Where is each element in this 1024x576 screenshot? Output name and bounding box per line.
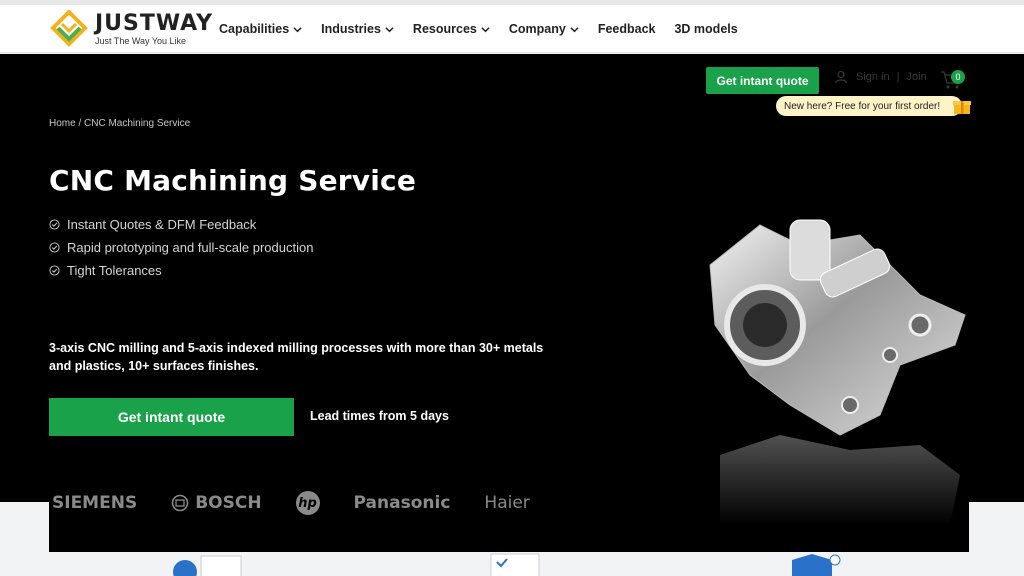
customer-logos: SIEMENS BOSCH hp Panasonic Haier (52, 487, 572, 519)
hero-get-quote-button[interactable]: Get intant quote (49, 398, 294, 436)
brand-label: hp (295, 491, 320, 515)
justway-logo[interactable]: JUSTWAY Just The Way You Like (49, 9, 214, 48)
bosch-emblem-icon (171, 494, 189, 512)
chevron-down-icon (570, 26, 579, 32)
header-get-quote-button[interactable]: Get intant quote (706, 67, 819, 94)
feature-item: Tight Tolerances (49, 259, 313, 282)
menu-item-resources[interactable]: Resources (413, 22, 490, 36)
hp-logo: hp (295, 491, 320, 515)
brand-label: Haier (484, 493, 530, 513)
feature-label: Rapid prototyping and full-scale product… (67, 240, 314, 255)
bosch-logo: BOSCH (171, 493, 262, 513)
menu-label: Company (508, 22, 566, 36)
brand-label: BOSCH (195, 493, 262, 513)
menu-label: Resources (412, 22, 477, 36)
menu-item-company[interactable]: Company (509, 22, 579, 36)
feature-item: Rapid prototyping and full-scale product… (49, 236, 313, 259)
check-circle-icon (49, 265, 60, 276)
page-title: CNC Machining Service (49, 164, 417, 197)
logo-wordmark: JUSTWAY (95, 10, 214, 36)
menu-label: Feedback (597, 22, 656, 36)
cnc-machined-part-image (709, 219, 966, 525)
sign-in-link[interactable]: Sign in (856, 71, 890, 83)
service-description: 3-axis CNC milling and 5-axis indexed mi… (49, 341, 544, 373)
new-user-promo-banner[interactable]: New here? Free for your first order! (776, 96, 963, 116)
menu-item-industries[interactable]: Industries (321, 22, 394, 36)
promo-text: New here? Free for your first order! (784, 100, 941, 112)
lead-time-text: Lead times from 5 days (310, 409, 449, 423)
service-illustration-icon (173, 555, 242, 576)
main-menu: Capabilities Industries Resources Compan… (219, 5, 757, 53)
menu-label: 3D models (674, 22, 738, 36)
panasonic-logo: Panasonic (354, 493, 451, 513)
user-icon (834, 70, 848, 84)
gift-icon (953, 101, 971, 114)
feature-item: Instant Quotes & DFM Feedback (49, 213, 313, 236)
box-illustration-icon (792, 554, 841, 576)
haier-logo: Haier (484, 493, 529, 513)
menu-item-capabilities[interactable]: Capabilities (219, 22, 302, 36)
logo-mark-icon (49, 9, 89, 48)
menu-label: Capabilities (219, 22, 290, 36)
brand-label: SIEMENS (52, 493, 138, 513)
checklist-illustration-icon (490, 553, 540, 576)
cart-count-badge: 0 (951, 70, 965, 84)
menu-label: Industries (321, 22, 381, 36)
chevron-down-icon (481, 26, 490, 32)
chevron-down-icon (293, 26, 302, 32)
chevron-down-icon (385, 26, 394, 32)
top-navigation-bar: JUSTWAY Just The Way You Like Capabiliti… (0, 5, 1024, 53)
brand-label: Panasonic (353, 493, 451, 513)
breadcrumb[interactable]: Home / CNC Machining Service (49, 118, 190, 129)
menu-item-feedback[interactable]: Feedback (598, 22, 656, 36)
menu-item-3d-models[interactable]: 3D models (674, 22, 737, 36)
logo-slogan: Just The Way You Like (95, 35, 187, 46)
feature-list: Instant Quotes & DFM Feedback Rapid prot… (49, 213, 313, 282)
account-divider: | (896, 71, 900, 83)
feature-label: Tight Tolerances (67, 263, 162, 278)
siemens-logo: SIEMENS (52, 493, 137, 513)
check-circle-icon (49, 219, 60, 230)
feature-label: Instant Quotes & DFM Feedback (67, 217, 257, 232)
account-links: Sign in | Join (834, 70, 927, 84)
check-circle-icon (49, 242, 60, 253)
join-link[interactable]: Join (907, 71, 927, 83)
